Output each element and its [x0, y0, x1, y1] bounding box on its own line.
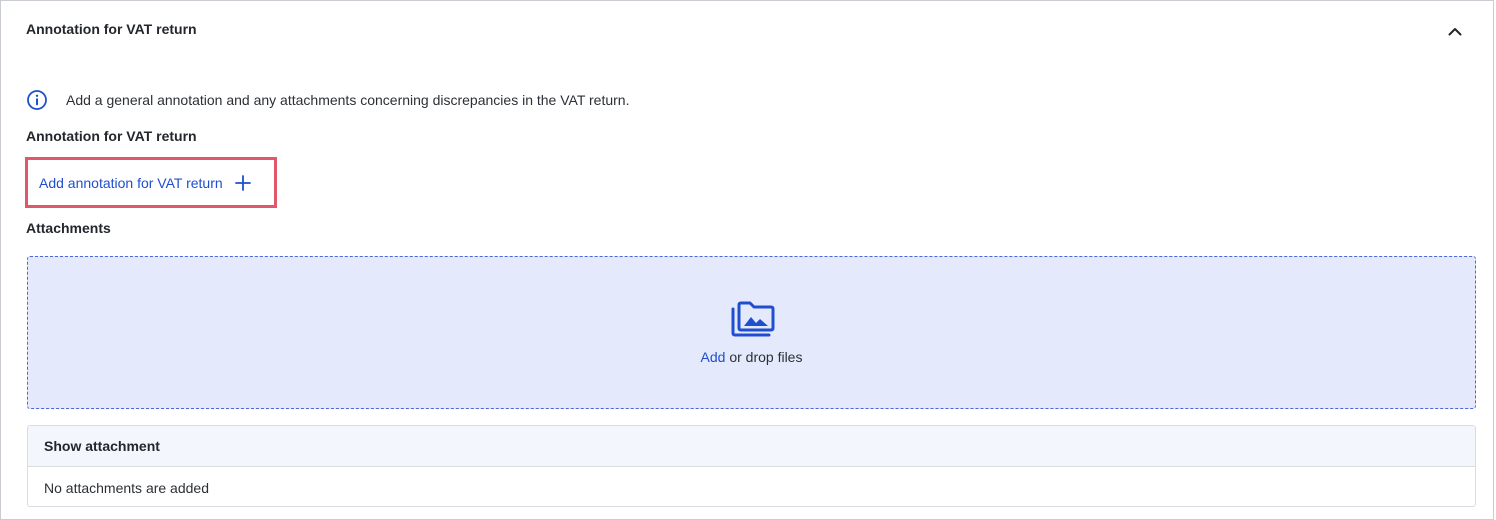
attachments-table: Show attachment No attachments are added — [27, 425, 1476, 507]
attachments-table-header: Show attachment — [28, 426, 1475, 467]
dropzone-hint: or drop files — [725, 349, 803, 365]
panel-title: Annotation for VAT return — [26, 21, 197, 37]
collapse-button[interactable] — [1441, 17, 1469, 45]
info-text: Add a general annotation and any attachm… — [66, 92, 630, 108]
folder-images-icon — [731, 301, 775, 337]
plus-icon — [234, 174, 251, 191]
attachments-section-label: Attachments — [26, 220, 111, 236]
add-annotation-button[interactable]: Add annotation for VAT return — [25, 157, 277, 208]
info-message: Add a general annotation and any attachm… — [26, 89, 629, 111]
panel-header[interactable]: Annotation for VAT return — [1, 1, 1493, 59]
dropzone-add-link[interactable]: Add — [701, 349, 726, 365]
dropzone-text: Add or drop files — [28, 349, 1475, 365]
vat-annotation-panel: Annotation for VAT return Add a general … — [0, 0, 1494, 520]
chevron-up-icon — [1448, 27, 1462, 35]
add-annotation-label: Add annotation for VAT return — [39, 174, 223, 191]
file-dropzone[interactable]: Add or drop files — [27, 256, 1476, 409]
annotation-section-label: Annotation for VAT return — [26, 128, 197, 144]
info-circle-icon — [27, 90, 47, 110]
attachments-empty-row: No attachments are added — [44, 479, 209, 496]
